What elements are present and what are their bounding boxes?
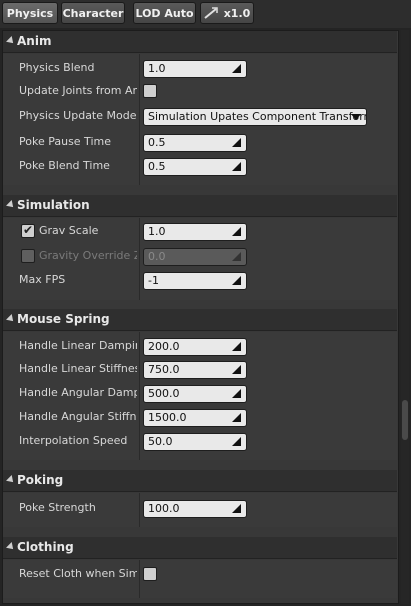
handle-linear-damping-field[interactable]: 200.0: [143, 338, 247, 356]
collapse-arrow-icon: [6, 542, 16, 552]
scrollbar[interactable]: [401, 30, 409, 604]
row-handle-linear-damping: Handle Linear Damping 200.0: [3, 335, 397, 359]
row-handle-linear-stiffness: Handle Linear Stiffness 750.0: [3, 358, 397, 382]
category-title: Mouse Spring: [17, 312, 110, 326]
row-interpolation-speed: Interpolation Speed 50.0: [3, 430, 397, 454]
category-title: Poking: [17, 473, 64, 487]
drag-handle-icon: [232, 252, 241, 261]
property-label: Poke Blend Time: [19, 159, 110, 172]
physics-blend-field[interactable]: 1.0: [143, 60, 247, 78]
character-button[interactable]: Character: [61, 2, 125, 24]
collapse-arrow-icon: [6, 36, 16, 46]
poke-strength-field[interactable]: 100.0: [143, 500, 247, 518]
physics-tab-button[interactable]: Physics: [2, 2, 58, 24]
property-label: Gravity Override Z: [39, 249, 137, 262]
category-title: Simulation: [17, 198, 90, 212]
field-value: 1.0: [148, 225, 166, 238]
property-label: Poke Pause Time: [19, 135, 111, 148]
field-value: 750.0: [148, 363, 180, 376]
property-label: Physics Blend: [19, 61, 95, 74]
property-label: Reset Cloth when Simulating: [19, 567, 137, 580]
collapse-arrow-icon: [6, 314, 16, 324]
property-label: Handle Angular Damping: [19, 386, 137, 399]
grav-scale-field[interactable]: 1.0: [143, 223, 247, 241]
update-joints-checkbox[interactable]: [143, 84, 157, 98]
play-speed-icon: [204, 7, 218, 19]
category-clothing[interactable]: Clothing: [3, 537, 397, 559]
handle-angular-damping-field[interactable]: 500.0: [143, 385, 247, 403]
property-label: Interpolation Speed: [19, 434, 128, 447]
field-value: 0.5: [148, 160, 166, 173]
row-reset-cloth: Reset Cloth when Simulating: [3, 563, 397, 587]
playback-speed-button[interactable]: x1.0: [200, 2, 254, 24]
drag-handle-icon[interactable]: [232, 64, 241, 73]
category-mouse-spring[interactable]: Mouse Spring: [3, 309, 397, 331]
lod-button[interactable]: LOD Auto: [133, 2, 196, 24]
field-value: 1500.0: [148, 411, 187, 424]
row-physics-blend: Physics Blend 1.0: [3, 57, 397, 81]
drag-handle-icon[interactable]: [232, 413, 241, 422]
property-label: Max FPS: [19, 273, 66, 286]
row-physics-update-mode: Physics Update Mode Simulation Upates Co…: [3, 105, 397, 129]
drag-handle-icon[interactable]: [232, 138, 241, 147]
dropdown-value: Simulation Upates Component Transform: [148, 110, 367, 123]
drag-handle-icon[interactable]: [232, 162, 241, 171]
collapse-arrow-icon: [6, 475, 16, 485]
property-label: Poke Strength: [19, 501, 96, 514]
category-anim[interactable]: Anim: [3, 31, 397, 53]
drag-handle-icon[interactable]: [232, 389, 241, 398]
property-label: Handle Linear Stiffness: [19, 362, 137, 375]
row-handle-angular-damping: Handle Angular Damping 500.0: [3, 382, 397, 406]
reset-cloth-checkbox[interactable]: [143, 567, 157, 581]
drag-handle-icon[interactable]: [232, 437, 241, 446]
gravity-override-z-field: 0.0: [143, 248, 247, 266]
handle-angular-stiffness-field[interactable]: 1500.0: [143, 409, 247, 427]
row-gravity-override-z: Gravity Override Z 0.0: [3, 245, 397, 269]
field-value: 500.0: [148, 387, 180, 400]
field-value: 100.0: [148, 502, 180, 515]
drag-handle-icon[interactable]: [232, 276, 241, 285]
viewport-toolbar: Physics Character LOD Auto x1.0: [0, 0, 411, 28]
property-label: Physics Update Mode: [19, 109, 137, 122]
row-update-joints: Update Joints from Animation: [3, 80, 397, 104]
drag-handle-icon[interactable]: [232, 504, 241, 513]
poke-blend-time-field[interactable]: 0.5: [143, 158, 247, 176]
playback-speed-label: x1.0: [223, 6, 251, 20]
physics-update-mode-dropdown[interactable]: Simulation Upates Component Transform: [143, 108, 367, 126]
property-label: Update Joints from Animation: [19, 84, 137, 97]
field-value: 1.0: [148, 62, 166, 75]
row-poke-blend-time: Poke Blend Time 0.5: [3, 155, 397, 179]
gravity-override-z-checkbox[interactable]: [21, 249, 35, 263]
field-value: -1: [148, 274, 159, 287]
chevron-down-icon: [351, 114, 361, 120]
property-label: Handle Angular Stiffness: [19, 410, 137, 423]
field-value: 200.0: [148, 340, 180, 353]
field-value: 0.0: [148, 250, 166, 263]
row-grav-scale: Grav Scale 1.0: [3, 220, 397, 244]
interpolation-speed-field[interactable]: 50.0: [143, 433, 247, 451]
drag-handle-icon[interactable]: [232, 227, 241, 236]
row-max-fps: Max FPS -1: [3, 269, 397, 293]
scrollbar-thumb[interactable]: [402, 400, 408, 440]
poke-pause-time-field[interactable]: 0.5: [143, 134, 247, 152]
property-label: Handle Linear Damping: [19, 339, 137, 352]
row-handle-angular-stiffness: Handle Angular Stiffness 1500.0: [3, 406, 397, 430]
field-value: 50.0: [148, 435, 173, 448]
category-simulation[interactable]: Simulation: [3, 195, 397, 217]
max-fps-field[interactable]: -1: [143, 272, 247, 290]
grav-scale-override-checkbox[interactable]: [21, 223, 35, 238]
field-value: 0.5: [148, 136, 166, 149]
drag-handle-icon[interactable]: [232, 365, 241, 374]
drag-handle-icon[interactable]: [232, 342, 241, 351]
category-title: Clothing: [17, 540, 74, 554]
category-title: Anim: [17, 34, 52, 48]
collapse-arrow-icon: [6, 200, 16, 210]
row-poke-pause-time: Poke Pause Time 0.5: [3, 131, 397, 155]
category-poking[interactable]: Poking: [3, 470, 397, 492]
property-label: Grav Scale: [39, 224, 99, 237]
handle-linear-stiffness-field[interactable]: 750.0: [143, 361, 247, 379]
row-poke-strength: Poke Strength 100.0: [3, 497, 397, 521]
